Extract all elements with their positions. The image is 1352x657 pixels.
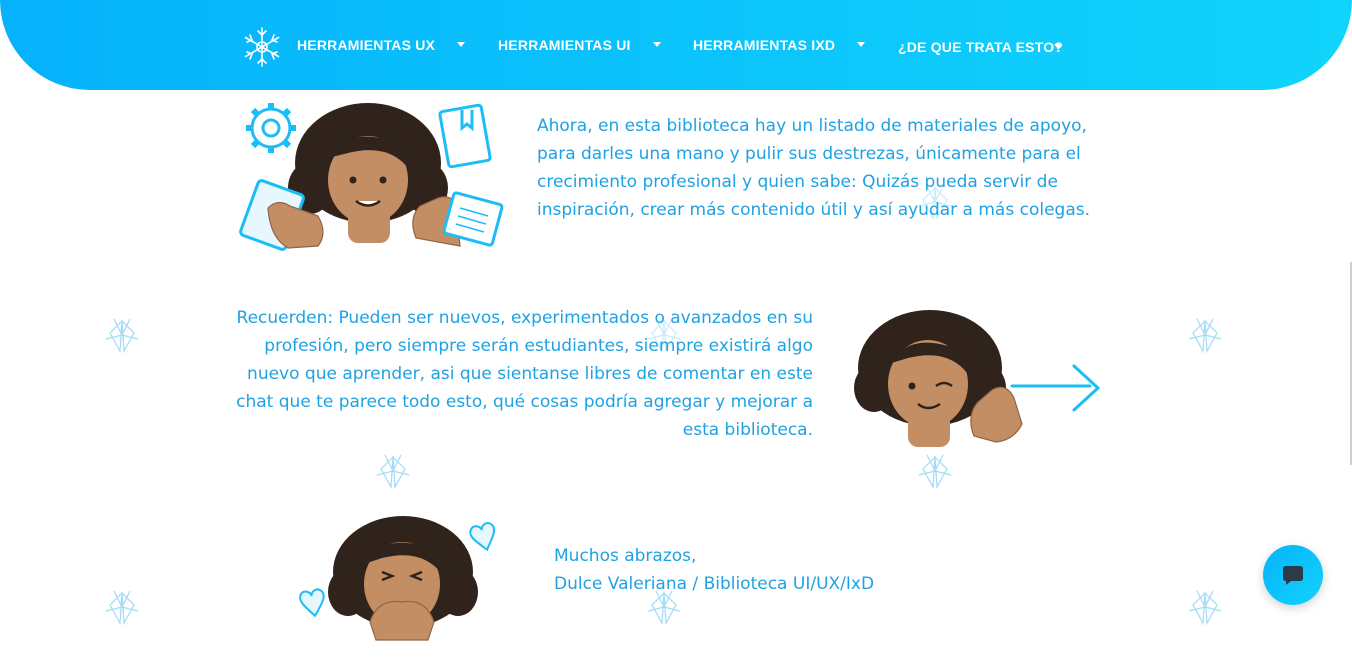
dropdown-caret-icon[interactable] — [653, 42, 661, 47]
dropdown-caret-icon[interactable] — [1054, 44, 1062, 49]
butterfly-icon — [105, 318, 139, 354]
gear-icon — [246, 103, 296, 153]
snowflake-logo-icon[interactable] — [241, 26, 283, 68]
nav-herramientas-ux[interactable]: HERRAMIENTAS UX — [297, 37, 435, 57]
dropdown-caret-icon[interactable] — [857, 42, 865, 47]
reminder-paragraph: Recuerden: Pueden ser nuevos, experiment… — [236, 308, 813, 440]
butterfly-icon — [376, 454, 410, 490]
book-icon — [438, 103, 492, 169]
top-navbar: HERRAMIENTAS UX HERRAMIENTAS UI HERRAMIE… — [0, 0, 1352, 90]
chat-button[interactable] — [1263, 545, 1323, 605]
butterfly-icon — [1188, 318, 1222, 354]
butterfly-icon — [105, 590, 139, 626]
intro-paragraph: Ahora, en esta biblioteca hay un listado… — [537, 116, 1091, 220]
chat-bubble-icon — [1283, 566, 1303, 585]
butterfly-icon — [918, 454, 952, 490]
nav-de-que-trata[interactable]: ¿DE QUE TRATA ESTO? — [898, 39, 1063, 59]
dropdown-caret-icon[interactable] — [457, 42, 465, 47]
closing-greeting: Muchos abrazos, — [554, 546, 697, 566]
girl-blushing-illustration — [299, 516, 496, 641]
nav-herramientas-ui[interactable]: HERRAMIENTAS UI — [498, 37, 631, 57]
girl-winking-illustration — [854, 310, 1100, 447]
arrow-right-icon — [1010, 364, 1100, 412]
closing-signature: Dulce Valeriana / Biblioteca UI/UX/IxD — [554, 574, 875, 594]
girl-with-tools-illustration — [239, 103, 504, 251]
butterfly-icon — [1188, 590, 1222, 626]
nav-herramientas-ixd[interactable]: HERRAMIENTAS IXD — [693, 37, 835, 57]
